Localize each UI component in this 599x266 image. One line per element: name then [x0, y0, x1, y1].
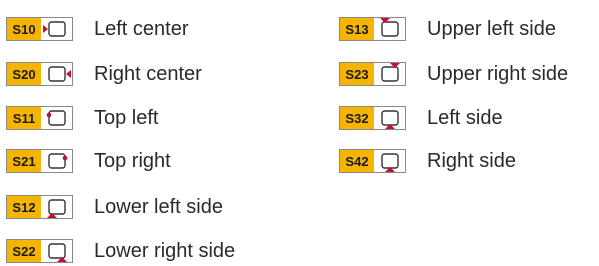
legend-item: S12 Lower left side: [6, 192, 223, 222]
position-code: S42: [340, 150, 374, 172]
position-code-badge: S22: [6, 239, 73, 263]
box-outline: [381, 21, 399, 37]
box-outline: [48, 66, 66, 82]
right-side-marker-icon: [381, 153, 399, 172]
position-marker: [43, 25, 48, 33]
lower-right-side-marker-icon: [48, 243, 67, 262]
position-code-badge: S13: [339, 17, 406, 41]
position-code: S21: [7, 150, 41, 172]
position-label: Top left: [94, 106, 159, 129]
box-outline: [48, 21, 66, 37]
top-left-marker-icon: [46, 110, 66, 126]
upper-right-side-marker-icon: [381, 63, 400, 82]
top-right-marker-icon: [48, 153, 68, 169]
position-label: Lower right side: [94, 239, 236, 262]
position-code: S23: [340, 63, 374, 85]
right-center-marker-icon: [48, 66, 71, 82]
legend-item: S32 Left side: [339, 103, 503, 133]
legend-item: S10 Left center: [6, 14, 189, 44]
position-code: S11: [7, 107, 41, 129]
position-label: Lower left side: [94, 195, 223, 218]
position-code: S12: [7, 196, 41, 218]
position-label: Left side: [427, 106, 503, 129]
position-label: Left center: [94, 17, 189, 40]
position-marker: [62, 155, 68, 161]
position-code-badge: S12: [6, 195, 73, 219]
position-label: Upper right side: [427, 62, 569, 85]
position-code-badge: S23: [339, 62, 406, 86]
legend-item: S11 Top left: [6, 103, 158, 133]
position-code-badge: S10: [6, 17, 73, 41]
box-outline: [381, 110, 399, 126]
left-side-marker-icon: [381, 110, 399, 129]
legend-item: S23 Upper right side: [339, 59, 568, 89]
position-label: Right side: [427, 149, 516, 172]
position-code-badge: S21: [6, 149, 73, 173]
position-legend: { "colors": { "code_fill": "#F5B400", "m…: [0, 0, 599, 266]
position-code: S32: [340, 107, 374, 129]
position-code: S22: [7, 240, 41, 262]
box-outline: [381, 153, 399, 169]
position-marker: [46, 112, 52, 118]
left-center-marker-icon: [43, 21, 66, 37]
upper-left-side-marker-icon: [380, 18, 399, 37]
box-outline: [48, 199, 66, 215]
legend-item: S42 Right side: [339, 146, 516, 176]
position-code: S20: [7, 63, 41, 85]
position-label: Upper left side: [427, 17, 556, 40]
position-code-badge: S20: [6, 62, 73, 86]
position-code: S13: [340, 18, 374, 40]
box-outline: [381, 66, 399, 82]
position-marker: [66, 70, 71, 78]
position-code-badge: S11: [6, 106, 73, 130]
legend-item: S13 Upper left side: [339, 14, 556, 44]
box-outline: [48, 110, 66, 126]
lower-left-side-marker-icon: [47, 199, 66, 218]
position-label: Right center: [94, 62, 202, 85]
position-label: Top right: [94, 149, 171, 172]
position-code-badge: S42: [339, 149, 406, 173]
position-code-badge: S32: [339, 106, 406, 130]
position-code: S10: [7, 18, 41, 40]
legend-item: S21 Top right: [6, 146, 171, 176]
box-outline: [48, 243, 66, 259]
box-outline: [48, 153, 66, 169]
legend-item: S22 Lower right side: [6, 236, 235, 266]
legend-item: S20 Right center: [6, 59, 202, 89]
